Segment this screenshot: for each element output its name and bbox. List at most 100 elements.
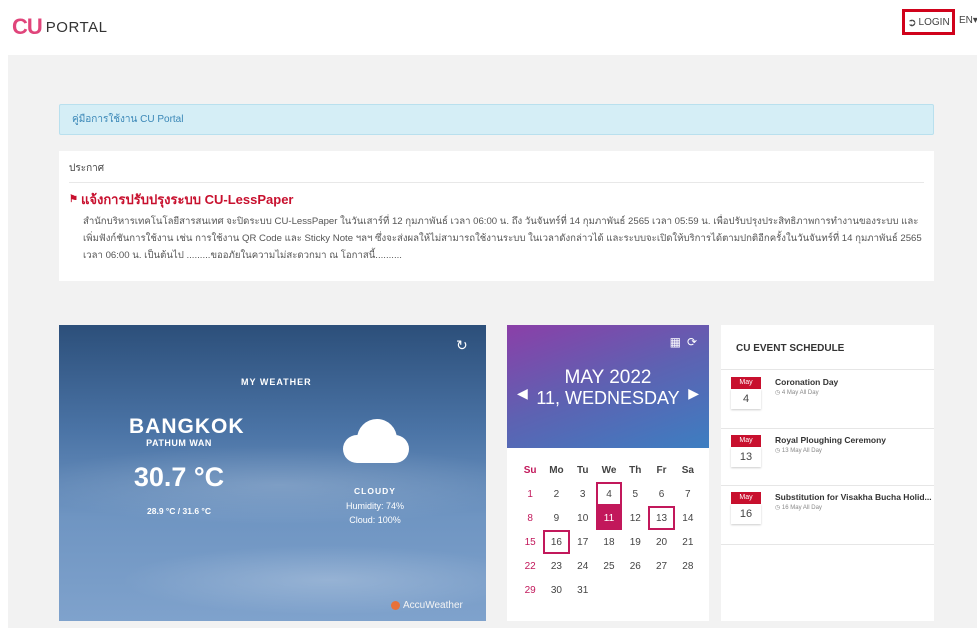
calendar-header: ▦ ⟳ ◀ ▶ MAY 2022 11, WEDNESDAY xyxy=(507,325,709,448)
weather-temperature: 30.7 °C xyxy=(133,462,225,492)
calendar-day[interactable]: 1 xyxy=(517,482,543,506)
calendar-day[interactable]: 18 xyxy=(596,530,622,554)
calendar-dow-label: We xyxy=(601,464,617,476)
calendar-day[interactable]: 22 xyxy=(517,554,543,578)
calendar-day[interactable]: 8 xyxy=(517,506,543,530)
calendar-day[interactable]: 24 xyxy=(570,554,596,578)
calendar-week-row: 1234567 xyxy=(517,482,701,506)
calendar-day[interactable]: 3 xyxy=(570,482,596,506)
weather-city: BANGKOK xyxy=(129,415,245,438)
calendar-dow-label: Sa xyxy=(681,464,694,476)
accuweather-logo-icon xyxy=(391,601,400,610)
divider xyxy=(721,428,934,429)
cloud-icon xyxy=(343,419,409,463)
event-item[interactable]: May 13 Royal Ploughing Ceremony ◷ 13 May… xyxy=(731,435,931,479)
divider xyxy=(721,544,934,545)
event-meta: ◷ 16 May All Day xyxy=(775,505,822,511)
calendar-day[interactable]: 16 xyxy=(543,530,570,554)
calendar-day[interactable]: 13 xyxy=(648,506,675,530)
calendar-day[interactable]: 25 xyxy=(596,554,622,578)
refresh-icon[interactable]: ↻ xyxy=(456,337,468,354)
calendar-week-row: 15 16 17 18 19 20 21 xyxy=(517,530,701,554)
calendar-dow-label: Mo xyxy=(549,464,564,476)
calendar-day[interactable]: 14 xyxy=(675,506,701,530)
calendar-grid: Su Mo Tu We Th Fr Sa 1 2 3 4 5 6 7 8 9 10 11 12 13 14 15 16 17 1… xyxy=(517,458,701,602)
calendar-icon[interactable]: ▦ xyxy=(670,335,681,349)
calendar-day[interactable]: 6 xyxy=(648,482,674,506)
event-day: 16 xyxy=(731,504,761,524)
calendar-day[interactable]: 5 xyxy=(622,482,648,506)
cu-portal-logo[interactable]: CU PORTAL xyxy=(12,14,107,40)
calendar-day[interactable]: 26 xyxy=(622,554,648,578)
calendar-widget: ▦ ⟳ ◀ ▶ MAY 2022 11, WEDNESDAY Su Mo Tu We T… xyxy=(507,325,709,621)
event-month: May xyxy=(731,492,761,504)
calendar-dow-label: Th xyxy=(629,464,642,476)
caret-down-icon: ▾ xyxy=(972,15,977,26)
calendar-dow-label: Su xyxy=(523,464,537,476)
event-name: Substitution for Visakha Bucha Holid... xyxy=(775,492,932,502)
calendar-empty-cell xyxy=(675,578,701,602)
manual-link[interactable]: คู่มือการใช้งาน CU Portal xyxy=(72,112,183,127)
announcement-panel: ประกาศ ⚑ แจ้งการปรับปรุงระบบ CU-LessPape… xyxy=(59,151,934,281)
event-name: Royal Ploughing Ceremony xyxy=(775,435,886,445)
event-month: May xyxy=(731,435,761,447)
announcement-heading: ประกาศ xyxy=(69,161,924,183)
event-meta: ◷ 4 May All Day xyxy=(775,390,819,396)
calendar-day[interactable]: 9 xyxy=(543,506,569,530)
accuweather-label: AccuWeather xyxy=(403,600,463,611)
calendar-day[interactable]: 15 xyxy=(517,530,543,554)
calendar-day[interactable]: 21 xyxy=(675,530,701,554)
event-day: 4 xyxy=(731,389,761,409)
calendar-date: 11, WEDNESDAY xyxy=(536,388,680,408)
announcement-title-row[interactable]: ⚑ แจ้งการปรับปรุงระบบ CU-LessPaper xyxy=(69,189,924,210)
calendar-day[interactable]: 10 xyxy=(570,506,596,530)
calendar-day[interactable]: 20 xyxy=(648,530,674,554)
calendar-empty-cell xyxy=(596,578,622,602)
weather-district: PATHUM WAN xyxy=(146,438,212,448)
login-icon: ➲ xyxy=(907,16,917,29)
calendar-empty-cell xyxy=(622,578,648,602)
event-month: May xyxy=(731,377,761,389)
calendar-empty-cell xyxy=(648,578,674,602)
calendar-day[interactable]: 11 xyxy=(595,506,623,530)
refresh-icon[interactable]: ⟳ xyxy=(687,335,697,349)
top-header: CU PORTAL ➲ LOGIN EN▾ xyxy=(0,0,977,55)
calendar-day[interactable]: 7 xyxy=(675,482,701,506)
event-item[interactable]: May 4 Coronation Day ◷ 4 May All Day xyxy=(731,377,931,421)
calendar-day[interactable]: 27 xyxy=(648,554,674,578)
announcement-body: สำนักบริหารเทคโนโลยีสารสนเทศ จะปิดระบบ C… xyxy=(83,216,922,261)
calendar-week-row: 29 30 31 xyxy=(517,578,701,602)
cu-logo-mark: CU xyxy=(12,14,43,39)
event-date-badge: May 16 xyxy=(731,492,761,524)
calendar-day[interactable]: 2 xyxy=(543,482,569,506)
event-date-badge: May 4 xyxy=(731,377,761,409)
calendar-day[interactable]: 23 xyxy=(543,554,569,578)
calendar-day[interactable]: 17 xyxy=(570,530,596,554)
calendar-day[interactable]: 28 xyxy=(675,554,701,578)
calendar-month: MAY 2022 xyxy=(564,367,652,388)
calendar-week-row: 8 9 10 11 12 13 14 xyxy=(517,506,701,530)
calendar-week-row: 22 23 24 25 26 27 28 xyxy=(517,554,701,578)
calendar-day[interactable]: 19 xyxy=(622,530,648,554)
language-dropdown[interactable]: EN▾ xyxy=(959,15,977,26)
weather-condition: CLOUDY xyxy=(354,486,396,496)
event-item[interactable]: May 16 Substitution for Visakha Bucha Ho… xyxy=(731,492,932,536)
calendar-day[interactable]: 29 xyxy=(517,578,543,602)
accuweather-link[interactable]: AccuWeather xyxy=(391,600,463,611)
event-meta: ◷ 13 May All Day xyxy=(775,448,822,454)
calendar-dow-label: Tu xyxy=(576,464,589,476)
event-schedule-panel: CU EVENT SCHEDULE May 4 Coronation Day ◷… xyxy=(721,325,934,621)
weather-temp-range: 28.9 °C / 31.6 °C xyxy=(147,506,211,516)
announcement-title: แจ้งการปรับปรุงระบบ CU-LessPaper xyxy=(80,192,294,207)
login-button[interactable]: ➲ LOGIN xyxy=(902,9,955,35)
calendar-dow-label: Fr xyxy=(656,464,667,476)
calendar-tools: ▦ ⟳ xyxy=(670,335,697,349)
event-schedule-title: CU EVENT SCHEDULE xyxy=(736,343,845,354)
calendar-day[interactable]: 30 xyxy=(543,578,569,602)
event-day: 13 xyxy=(731,447,761,467)
calendar-day[interactable]: 12 xyxy=(622,506,648,530)
divider xyxy=(721,485,934,486)
language-label: EN xyxy=(959,15,973,26)
calendar-day[interactable]: 31 xyxy=(570,578,596,602)
calendar-day[interactable]: 4 xyxy=(595,482,623,506)
